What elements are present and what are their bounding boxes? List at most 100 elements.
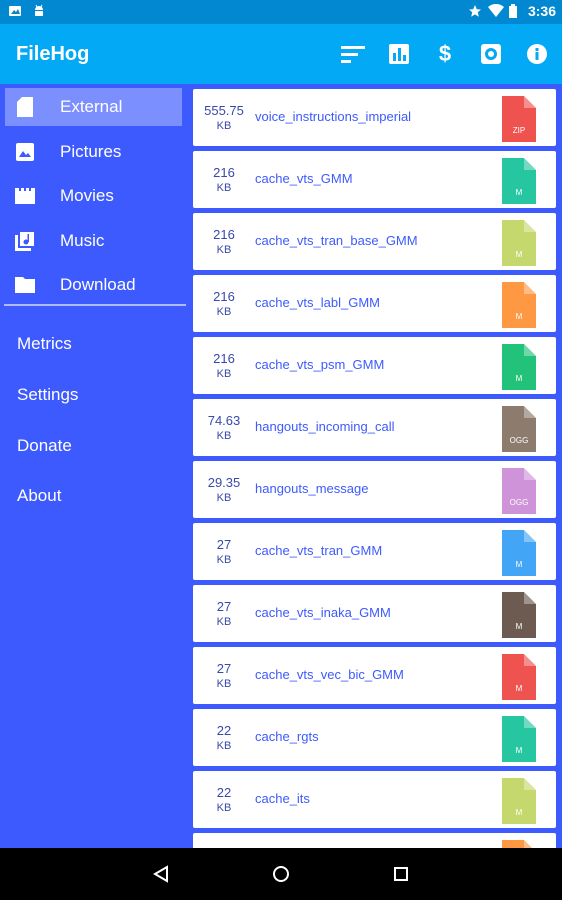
drawer-link-donate[interactable]: Donate [17, 436, 72, 456]
file-size: 29.35 KB [193, 461, 255, 518]
file-size-value: 27 [216, 599, 232, 614]
file-type-icon [502, 840, 536, 848]
drawer-item-download[interactable]: Download [5, 266, 182, 304]
sort-icon[interactable] [340, 41, 366, 67]
back-icon[interactable] [148, 861, 174, 887]
file-name: cache_vts_inaka_GMM [255, 605, 391, 620]
file-card[interactable]: 27 KB cache_vts_vec_bic_GMM M [193, 647, 556, 704]
file-name: cache_vts_GMM [255, 171, 353, 186]
file-type-icon: M [502, 530, 536, 576]
file-size-value: 216 [213, 227, 235, 242]
drawer-item-label: Pictures [60, 142, 122, 161]
file-size: 216 KB [193, 337, 255, 394]
file-size-unit: KB [216, 492, 232, 504]
file-name: cache_rgts [255, 729, 319, 744]
file-ext: OGG [509, 498, 529, 507]
android-icon [32, 4, 46, 18]
movie-icon [13, 184, 37, 208]
drawer-item-music[interactable]: Music [5, 222, 182, 260]
file-ext: M [515, 560, 523, 569]
music-library-icon [13, 229, 37, 253]
file-card[interactable]: 216 KB cache_vts_psm_GMM M [193, 337, 556, 394]
file-size: 22 KB [193, 771, 255, 828]
file-size-unit: KB [216, 554, 232, 566]
file-size-value: 216 [213, 289, 235, 304]
file-size-unit: KB [216, 368, 232, 380]
file-type-icon: M [502, 778, 536, 824]
file-type-icon: M [502, 344, 536, 390]
drawer-item-movies[interactable]: Movies [5, 177, 182, 215]
file-size: 74.63 KB [193, 399, 255, 456]
file-card[interactable]: 216 KB cache_vts_tran_base_GMM M [193, 213, 556, 270]
file-size-unit: KB [216, 244, 232, 256]
file-card[interactable]: 22 KB cache_its M [193, 771, 556, 828]
drawer-link-about[interactable]: About [17, 486, 61, 506]
image-icon [13, 140, 37, 164]
file-type-icon: OGG [502, 468, 536, 514]
file-card[interactable]: 29.35 KB hangouts_message OGG [193, 461, 556, 518]
file-name: cache_vts_psm_GMM [255, 357, 385, 372]
photo-notification-icon [8, 4, 22, 18]
file-name: voice_instructions_imperial [255, 109, 412, 124]
file-name: cache_vts_tran_base_GMM [255, 233, 418, 248]
file-size-unit: KB [216, 740, 232, 752]
app-bar: FileHog $ [0, 24, 562, 84]
folder-icon [13, 273, 37, 297]
file-size-unit: KB [216, 616, 232, 628]
file-ext: M [515, 374, 523, 383]
file-size-value: 22 [216, 723, 232, 738]
file-card[interactable]: 216 KB cache_vts_labl_GMM M [193, 275, 556, 332]
file-size: 27 KB [193, 647, 255, 704]
file-card[interactable]: 22 KB cache_rgts M [193, 709, 556, 766]
file-size-unit: KB [216, 120, 232, 132]
drawer-item-label: External [60, 97, 123, 116]
settings-icon[interactable] [478, 41, 504, 67]
file-size-unit: KB [216, 802, 232, 814]
drawer-link-settings[interactable]: Settings [17, 385, 78, 405]
file-card[interactable]: 27 KB cache_vts_tran_GMM M [193, 523, 556, 580]
file-size-value: 216 [213, 351, 235, 366]
file-name: hangouts_incoming_call [255, 419, 395, 434]
drawer-item-pictures[interactable]: Pictures [5, 133, 182, 171]
file-card[interactable]: 27 KB cache_vts_inaka_GMM M [193, 585, 556, 642]
file-ext: M [515, 684, 523, 693]
file-size-unit: KB [216, 430, 232, 442]
navigation-drawer: External Pictures Movies Music Download … [0, 84, 188, 848]
file-size [193, 833, 255, 848]
file-list[interactable]: 555.75 KB voice_instructions_imperial ZIP 21… [188, 84, 562, 848]
drawer-item-label: Music [60, 231, 105, 250]
file-card[interactable]: 555.75 KB voice_instructions_imperial ZIP [193, 89, 556, 146]
battery-icon [508, 4, 522, 18]
file-size: 555.75 KB [193, 89, 255, 146]
file-size-value: 22 [216, 785, 232, 800]
file-size-unit: KB [216, 678, 232, 690]
file-size: 216 KB [193, 151, 255, 208]
file-card[interactable]: 74.63 KB hangouts_incoming_call OGG [193, 399, 556, 456]
file-ext: M [515, 312, 523, 321]
drawer-divider [4, 304, 186, 306]
file-card[interactable] [193, 833, 556, 848]
wifi-icon [487, 3, 504, 18]
recents-icon[interactable] [388, 861, 414, 887]
status-bar: 3:36 [0, 0, 562, 24]
info-icon[interactable] [524, 41, 550, 67]
drawer-link-metrics[interactable]: Metrics [17, 334, 72, 354]
file-size-unit: KB [216, 306, 232, 318]
app-title: FileHog [16, 43, 90, 65]
home-icon[interactable] [268, 861, 294, 887]
dollar-icon[interactable]: $ [432, 41, 458, 67]
file-card[interactable]: 216 KB cache_vts_GMM M [193, 151, 556, 208]
chart-icon[interactable] [386, 41, 412, 67]
file-type-icon: M [502, 716, 536, 762]
file-size: 27 KB [193, 523, 255, 580]
file-size-value: 74.63 [207, 413, 241, 428]
sd-card-icon [13, 95, 37, 119]
system-navigation-bar [0, 848, 562, 900]
file-size: 216 KB [193, 275, 255, 332]
file-size: 22 KB [193, 709, 255, 766]
file-size-value: 29.35 [207, 475, 241, 490]
file-size: 216 KB [193, 213, 255, 270]
file-name: cache_its [255, 791, 310, 806]
file-type-icon: M [502, 158, 536, 204]
drawer-item-external[interactable]: External [5, 88, 182, 126]
